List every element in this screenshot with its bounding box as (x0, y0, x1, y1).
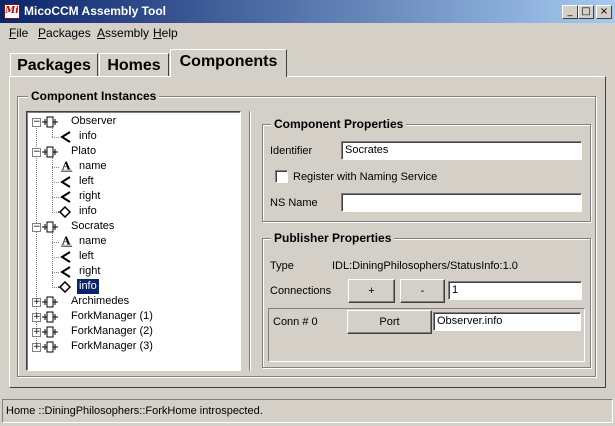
component-icon (42, 296, 58, 308)
receptacle-icon (60, 176, 71, 188)
tree-node-observer[interactable]: Observer (71, 114, 116, 129)
tree-node-forkmanager-3[interactable]: ForkManager (3) (71, 339, 153, 354)
instance-tree[interactable]: − Observer info − Plato A name left righ… (26, 111, 241, 371)
type-value: IDL:DiningPhilosophers/StatusInfo:1.0 (332, 260, 518, 272)
app-logo-icon: Mi (4, 4, 20, 19)
identifier-label: Identifier (270, 145, 313, 157)
tree-node-archimedes[interactable]: Archimedes (71, 294, 129, 309)
ns-name-label: NS Name (270, 197, 318, 209)
type-label: Type (270, 260, 294, 272)
receptacle-icon (60, 191, 71, 203)
component-properties-title: Component Properties (271, 117, 407, 131)
tab-homes[interactable]: Homes (99, 53, 169, 78)
identifier-field[interactable]: Socrates (341, 141, 582, 160)
tree-node-socrates-info-selected[interactable]: info (77, 279, 99, 294)
archimedes-expander[interactable]: + (32, 298, 41, 307)
status-bar: Home ::DiningPhilosophers::ForkHome intr… (2, 399, 613, 423)
connections-count-field[interactable]: 1 (448, 281, 582, 300)
publisher-icon (58, 281, 72, 293)
tree-node-plato-left[interactable]: left (79, 174, 94, 189)
component-icon (42, 311, 58, 323)
socrates-expander[interactable]: − (32, 223, 41, 232)
menu-help-label: elp (161, 26, 178, 40)
ns-name-field[interactable] (341, 193, 582, 212)
svg-text:A: A (61, 160, 71, 172)
tree-node-socrates-left[interactable]: left (79, 249, 94, 264)
svg-text:A: A (61, 235, 71, 247)
tree-node-plato[interactable]: Plato (71, 144, 96, 159)
tree-node-observer-info[interactable]: info (79, 129, 97, 144)
attribute-icon: A (61, 235, 73, 247)
receptacle-icon (60, 251, 71, 263)
component-instances-title: Component Instances (28, 89, 160, 103)
menu-help[interactable]: Help (153, 26, 178, 40)
receptacle-icon (60, 131, 71, 143)
tab-components[interactable]: Components (170, 49, 287, 77)
register-naming-checkbox[interactable] (275, 170, 288, 183)
component-icon (42, 341, 58, 353)
maximize-button[interactable]: □ (578, 5, 594, 19)
receptacle-icon (60, 266, 71, 278)
menu-assembly[interactable]: Assembly (97, 26, 149, 40)
observer-expander[interactable]: − (32, 118, 41, 127)
tree-node-socrates-name[interactable]: name (79, 234, 107, 249)
menu-assembly-mnemonic: A (97, 26, 106, 40)
tree-node-socrates[interactable]: Socrates (71, 219, 114, 234)
remove-connection-button[interactable]: - (400, 279, 445, 303)
connection-0-label: Conn # 0 (273, 316, 318, 328)
menu-bar: File Packages Assembly Help (0, 23, 615, 43)
component-icon (42, 326, 58, 338)
menu-packages-mnemonic: P (38, 26, 47, 40)
menu-file-label: ile (16, 26, 29, 40)
app-window: Mi MicoCCM Assembly Tool _ □ × File Pack… (0, 0, 615, 426)
tree-node-forkmanager-2[interactable]: ForkManager (2) (71, 324, 153, 339)
add-connection-button[interactable]: + (348, 279, 395, 303)
menu-assembly-label: ssembly (105, 26, 150, 40)
publisher-properties-title: Publisher Properties (271, 231, 395, 245)
connection-0-target-field[interactable]: Observer.info (433, 312, 581, 331)
menu-packages-label: ackages (46, 26, 91, 40)
forkmanager-3-expander[interactable]: + (32, 343, 41, 352)
register-naming-label: Register with Naming Service (293, 171, 438, 183)
component-icon (42, 116, 58, 128)
component-icon (42, 221, 58, 233)
publisher-icon (58, 206, 72, 218)
menu-packages[interactable]: Packages (38, 26, 91, 40)
connections-label: Connections (270, 285, 332, 297)
forkmanager-1-expander[interactable]: + (32, 313, 41, 322)
connection-0-port-button[interactable]: Port (347, 310, 432, 334)
title-bar[interactable]: Mi MicoCCM Assembly Tool _ □ × (0, 0, 615, 23)
minimize-button[interactable]: _ (562, 5, 578, 19)
tree-node-plato-info[interactable]: info (79, 204, 97, 219)
plato-expander[interactable]: − (32, 148, 41, 157)
tree-node-plato-name[interactable]: name (79, 159, 107, 174)
tree-node-forkmanager-1[interactable]: ForkManager (1) (71, 309, 153, 324)
tree-node-plato-right[interactable]: right (79, 189, 100, 204)
forkmanager-2-expander[interactable]: + (32, 328, 41, 337)
menu-help-mnemonic: H (153, 26, 162, 40)
attribute-icon: A (61, 160, 73, 172)
window-title: MicoCCM Assembly Tool (24, 4, 167, 18)
tab-packages[interactable]: Packages (10, 53, 98, 78)
menu-file[interactable]: File (9, 26, 28, 40)
component-icon (42, 146, 58, 158)
close-button[interactable]: × (596, 5, 612, 19)
tree-node-socrates-right[interactable]: right (79, 264, 100, 279)
splitter-handle[interactable] (249, 111, 251, 371)
